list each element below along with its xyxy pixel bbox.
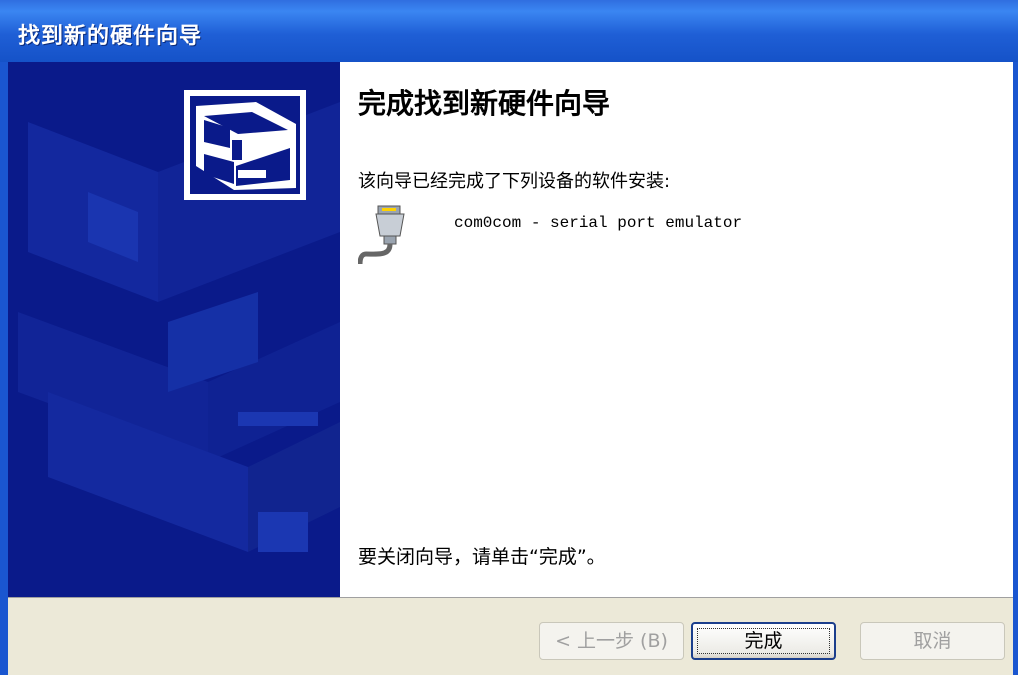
back-button[interactable]: < 上一步 (B) [539, 622, 684, 660]
finish-button[interactable]: 完成 [691, 622, 836, 660]
intro-text: 该向导已经完成了下列设备的软件安装: [358, 171, 671, 192]
page-title: 完成找到新硬件向导 [358, 87, 611, 120]
window-frame-right [1013, 62, 1018, 675]
device-list-item: com0com - serial port emulator [357, 204, 958, 274]
serial-port-icon [357, 204, 418, 274]
device-name: com0com - serial port emulator [454, 214, 743, 232]
window-titlebar[interactable]: 找到新的硬件向导 [0, 0, 1018, 62]
hardware-illustration [8, 62, 340, 597]
wizard-content: 完成找到新硬件向导 该向导已经完成了下列设备的软件安装: com0com - s… [340, 62, 1013, 597]
button-bar: < 上一步 (B) 完成 取消 [8, 598, 1013, 675]
closing-instruction: 要关闭向导，请单击“完成”。 [358, 546, 606, 568]
wizard-banner [8, 62, 340, 597]
window-frame-left [0, 62, 8, 675]
cancel-button[interactable]: 取消 [860, 622, 1005, 660]
window-title: 找到新的硬件向导 [18, 24, 203, 49]
